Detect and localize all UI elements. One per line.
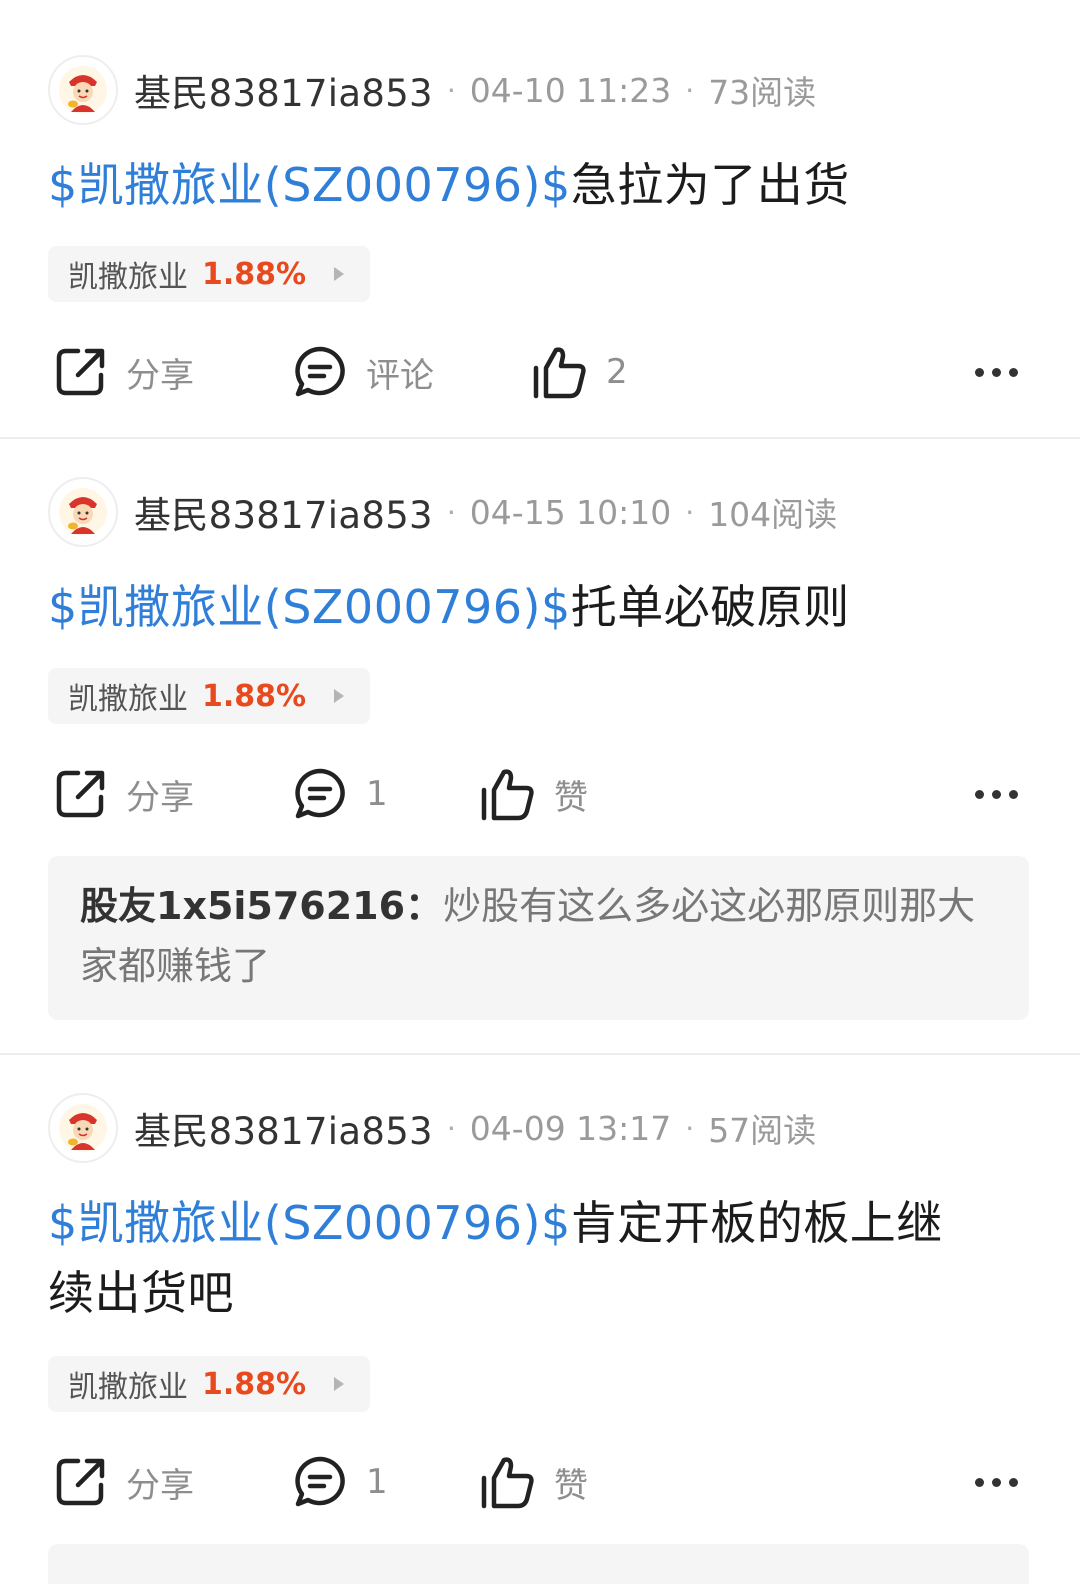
thumbs-up-icon	[481, 1457, 534, 1509]
meta-separator: ·	[446, 73, 456, 107]
play-arrow-icon	[334, 689, 345, 703]
post-divider	[0, 437, 1080, 439]
avatar-image	[59, 1104, 107, 1152]
stock-tag-name: 凯撒旅业	[68, 260, 188, 295]
like-count: 2	[606, 352, 628, 392]
stock-link[interactable]: $凯撒旅业(SZ000796)$	[48, 158, 571, 212]
comment-count: 1	[366, 774, 388, 814]
share-icon	[56, 348, 105, 396]
more-button[interactable]	[975, 1476, 1018, 1488]
more-icon	[1009, 789, 1018, 799]
play-arrow-icon	[334, 267, 345, 281]
stock-tag-change: 1.88%	[202, 678, 307, 714]
post-title[interactable]: $凯撒旅业(SZ000796)$肯定开板的板上继 续出货吧	[48, 1188, 1008, 1328]
share-button[interactable]: 分享	[54, 342, 194, 402]
post-author-row: 基民83817ia853 · 04-15 10:10 · 104阅读	[48, 476, 837, 548]
like-button[interactable]: 赞	[480, 1452, 588, 1512]
top-comment-text: 股友1x5i576216：炒股有这么多必这必那原则那大家都赚钱了	[80, 876, 997, 996]
stock-tag-change: 1.88%	[202, 1366, 307, 1402]
author-name[interactable]: 基民83817ia853	[134, 485, 433, 539]
meta-separator: ·	[685, 73, 695, 107]
avatar[interactable]	[48, 1093, 118, 1163]
stock-tag-name: 凯撒旅业	[68, 682, 188, 717]
like-button[interactable]: 赞	[480, 764, 588, 824]
share-button[interactable]: 分享	[54, 764, 194, 824]
avatar[interactable]	[48, 477, 118, 547]
avatar-image	[59, 488, 107, 536]
meta-separator: ·	[446, 1111, 456, 1145]
author-name[interactable]: 基民83817ia853	[134, 1101, 433, 1155]
share-button[interactable]: 分享	[54, 1452, 194, 1512]
post-author-row: 基民83817ia853 · 04-10 11:23 · 73阅读	[48, 54, 816, 126]
more-icon	[975, 789, 984, 799]
share-label: 分享	[126, 1465, 194, 1506]
avatar-image	[59, 66, 107, 114]
post-body: 肯定开板的板上继	[570, 1196, 943, 1250]
post-title[interactable]: $凯撒旅业(SZ000796)$急拉为了出货	[48, 150, 1008, 220]
thumbs-up-icon	[481, 769, 534, 821]
share-label: 分享	[126, 777, 194, 818]
like-button[interactable]: 2	[532, 342, 628, 402]
post-author-row: 基民83817ia853 · 04-09 13:17 · 57阅读	[48, 1092, 816, 1164]
post-title[interactable]: $凯撒旅业(SZ000796)$托单必破原则	[48, 572, 1008, 642]
comment-icon	[295, 346, 345, 397]
more-icon	[1009, 367, 1018, 377]
comment-count: 1	[366, 1462, 388, 1502]
more-icon	[975, 367, 984, 377]
meta-separator: ·	[685, 495, 695, 529]
read-count: 104阅读	[708, 495, 838, 534]
stock-tag[interactable]: 凯撒旅业 1.88%	[48, 246, 370, 302]
comment-icon	[295, 1456, 345, 1507]
more-icon	[975, 1477, 984, 1487]
post-date: 04-15 10:10	[469, 492, 672, 532]
more-icon	[992, 789, 1001, 799]
meta-separator: ·	[685, 1111, 695, 1145]
comment-button[interactable]: 1	[292, 764, 388, 824]
share-icon	[56, 1458, 105, 1506]
post-date: 04-09 13:17	[469, 1108, 672, 1148]
stock-link[interactable]: $凯撒旅业(SZ000796)$	[48, 1196, 571, 1250]
post-body: 托单必破原则	[570, 580, 850, 634]
share-icon	[56, 770, 105, 818]
more-icon	[1009, 1477, 1018, 1487]
comment-label: 评论	[366, 355, 434, 396]
author-name[interactable]: 基民83817ia853	[134, 63, 433, 117]
comment-icon	[295, 768, 345, 819]
avatar[interactable]	[48, 55, 118, 125]
more-icon	[992, 1477, 1001, 1487]
stock-tag[interactable]: 凯撒旅业 1.88%	[48, 1356, 370, 1412]
post-body: 急拉为了出货	[570, 158, 850, 212]
play-arrow-icon	[334, 1377, 345, 1391]
thumbs-up-icon	[533, 347, 586, 399]
stock-link[interactable]: $凯撒旅业(SZ000796)$	[48, 580, 571, 634]
comment-button[interactable]: 1	[292, 1452, 388, 1512]
more-icon	[992, 367, 1001, 377]
more-button[interactable]	[975, 788, 1018, 800]
stock-tag[interactable]: 凯撒旅业 1.88%	[48, 668, 370, 724]
read-count: 57阅读	[708, 1111, 817, 1150]
top-comment-preview[interactable]	[48, 1544, 1029, 1584]
read-count: 73阅读	[708, 73, 817, 112]
like-label: 赞	[554, 777, 588, 818]
like-label: 赞	[554, 1465, 588, 1506]
more-button[interactable]	[975, 366, 1018, 378]
top-comment[interactable]: 股友1x5i576216：炒股有这么多必这必那原则那大家都赚钱了	[48, 856, 1029, 1020]
post-date: 04-10 11:23	[469, 70, 672, 110]
share-label: 分享	[126, 355, 194, 396]
post-divider	[0, 1053, 1080, 1055]
comment-author[interactable]: 股友1x5i576216：	[80, 884, 443, 928]
stock-tag-change: 1.88%	[202, 256, 307, 292]
stock-tag-name: 凯撒旅业	[68, 1370, 188, 1405]
comment-button[interactable]: 评论	[292, 342, 434, 402]
meta-separator: ·	[446, 495, 456, 529]
post-body-line2: 续出货吧	[48, 1266, 234, 1320]
